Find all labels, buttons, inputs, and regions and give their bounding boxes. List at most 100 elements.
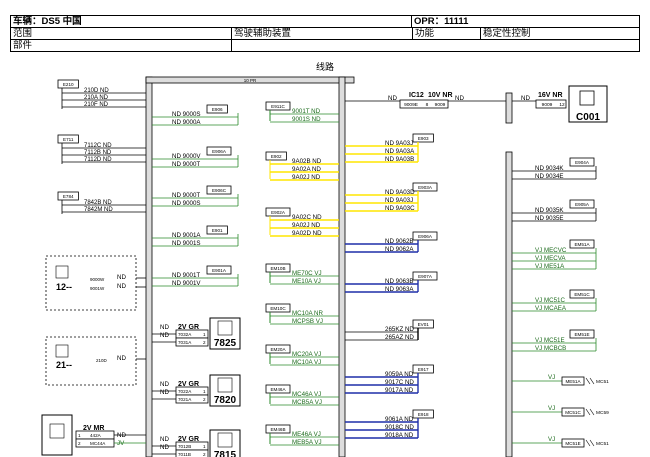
right-line-VJ MC51C: VJ MC51C [535, 297, 565, 304]
col1-tag-E906: E906 [212, 107, 223, 112]
col1-line-ND 9000T: ND 9000T [172, 192, 200, 199]
col3-line-265KZ ND: 265KZ ND [385, 326, 414, 333]
right-conn-label: VJ [548, 374, 555, 381]
comp-bottom-p1: 442A [90, 433, 102, 438]
right-conn-pin: ME51A [565, 379, 581, 384]
col3-tag-E907A: E907A [418, 274, 433, 279]
relay-num: 7825 [214, 338, 237, 349]
comp-12-w2: 9001W [90, 286, 105, 291]
comp-21-n1: ND [117, 355, 126, 362]
right-conn-glyph [585, 439, 591, 447]
col2-line-9A02J ND: 9A02J ND [292, 222, 321, 229]
col2-line-9001T ND: 9001T ND [292, 108, 321, 115]
col1-line-ND 9000T: ND 9000T [172, 161, 200, 168]
right-line-ND 9035K: ND 9035K [535, 207, 564, 214]
col2-tag-EM46A: EM46A [270, 387, 286, 392]
right-line-VJ ME51A: VJ ME51A [535, 263, 565, 270]
col2-line-MC46A VJ: MC46A VJ [292, 391, 321, 398]
right-conn-name: MC59 [596, 410, 609, 416]
col3-line-ND 9062B: ND 9062B [385, 238, 414, 245]
top-link-ic: IC12 [409, 92, 424, 99]
col3-line-ND 9A03D: ND 9A03D [385, 189, 415, 196]
col3-line-ND 9A03J: ND 9A03J [385, 197, 413, 204]
relay-icon [217, 432, 233, 448]
col3-line-ND 9A03B: ND 9A03B [385, 156, 414, 163]
left-group-line-210D ND: 210D ND [84, 88, 109, 94]
relay-num: 7820 [214, 395, 237, 406]
col1-line-ND 9001A: ND 9001A [172, 232, 201, 239]
comp-bottom-icon [49, 423, 65, 439]
right-conn-pin: MC51E [565, 441, 580, 446]
col3-tag-E918: E918 [418, 412, 429, 417]
comp-12-n2: ND [117, 283, 126, 290]
col2-line-9A02J ND: 9A02J ND [292, 174, 321, 181]
right-conn-label: VJ [548, 436, 555, 443]
right-tag-E904A: E904A [575, 160, 590, 165]
col3-line-ND 9A03C: ND 9A03C [385, 205, 415, 212]
left-group-tag-E711: E711 [63, 137, 74, 142]
left-group-line-7842M ND: 7842M ND [84, 207, 113, 213]
col3-line-ND 9A03J: ND 9A03J [385, 140, 413, 147]
col3-line-ND 9063A: ND 9063A [385, 286, 414, 293]
col1-line-ND 9000V: ND 9000V [172, 153, 201, 160]
relay-p1n: 1 [203, 444, 206, 449]
relay-p2n: 2 [203, 397, 206, 402]
right-tag-EM51A: EM51A [574, 242, 590, 247]
comp-bottom-p2n: 2 [78, 441, 81, 446]
relay-p1: 7012B [178, 444, 191, 449]
comp-21-w1: 210D [96, 358, 108, 363]
col3-line-ND 9062A: ND 9062A [385, 246, 414, 253]
col3-tag-E903: E903 [418, 136, 429, 141]
left-group-tag-E784: E784 [63, 194, 74, 199]
left-group-line-7842B ND: 7842B ND [84, 200, 112, 206]
left-group-tag-E210: E210 [63, 82, 74, 87]
col3-tag-EV01: EV01 [418, 322, 430, 327]
col3-tag-E906A: E906A [418, 234, 433, 239]
harness-left-bundle [145, 76, 153, 457]
col3-line-9059A ND: 9059A ND [385, 371, 414, 378]
col2-line-9A02C ND: 9A02C ND [292, 214, 322, 221]
col1-tag-E901A: E901A [212, 268, 227, 273]
right-line-VJ MCBCB: VJ MCBCB [535, 345, 566, 352]
right-line-VJ MECVA: VJ MECVA [535, 255, 566, 262]
col2-line-MC20A VJ: MC20A VJ [292, 351, 321, 358]
top-link-left: ND [388, 95, 397, 102]
col3-line-9018A ND: 9018A ND [385, 432, 414, 439]
right-tag-EM51E: EM51E [574, 332, 589, 337]
col2-line-ME10A VJ: ME10A VJ [292, 278, 321, 285]
col3-line-9017A ND: 9017A ND [385, 387, 414, 394]
col2-tag-EM20A: EM20A [270, 347, 286, 352]
col1-line-ND 9001T: ND 9001T [172, 272, 200, 279]
relay-p1: 7022A [178, 389, 192, 394]
right-line-VJ MECVC: VJ MECVC [535, 247, 567, 254]
top-link-pin1: 9009E [404, 102, 418, 108]
col2-line-MC10A NR: MC10A NR [292, 310, 323, 317]
col2-tag-E902: E902 [271, 154, 282, 159]
c001-v: 16V NR [538, 92, 563, 99]
col1-tag-E906A: E906A [212, 149, 227, 154]
comp-12-w1: 9000W [90, 277, 105, 282]
col3-line-ND 9A03A: ND 9A03A [385, 148, 415, 155]
comp-bottom-p1n: 1 [78, 433, 81, 438]
relay-p2: 7021A [178, 397, 192, 402]
col2-line-MC10A VJ: MC10A VJ [292, 359, 321, 366]
col3-line-9018C ND: 9018C ND [385, 424, 414, 431]
col3-line-9017C ND: 9017C ND [385, 379, 414, 386]
wiring-diagram: 10 PRE210210D ND210A ND210F NDE7117112C … [41, 76, 609, 457]
harness-right-bundle [505, 151, 513, 457]
top-link-right: ND [455, 95, 464, 102]
col1-line-ND 9001S: ND 9001S [172, 240, 201, 247]
relay-p1n: 1 [203, 332, 206, 337]
right-conn-glyph [589, 439, 595, 447]
col2-tag-EM46B: EM46B [270, 427, 285, 432]
comp-12-label: 12-- [56, 282, 72, 292]
right-line-VJ MC51E: VJ MC51E [535, 337, 565, 344]
col2-line-9001S ND: 9001S ND [292, 116, 321, 123]
relay-n1: ND [160, 436, 169, 443]
col3-line-265AZ ND: 265AZ ND [385, 334, 414, 341]
harness-right-stub [505, 92, 513, 124]
col2-tag-E902A: E902A [271, 210, 286, 215]
col1-line-ND 9000S: ND 9000S [172, 200, 201, 207]
relay-n2: ND [160, 444, 169, 451]
relay-icon [217, 320, 233, 336]
